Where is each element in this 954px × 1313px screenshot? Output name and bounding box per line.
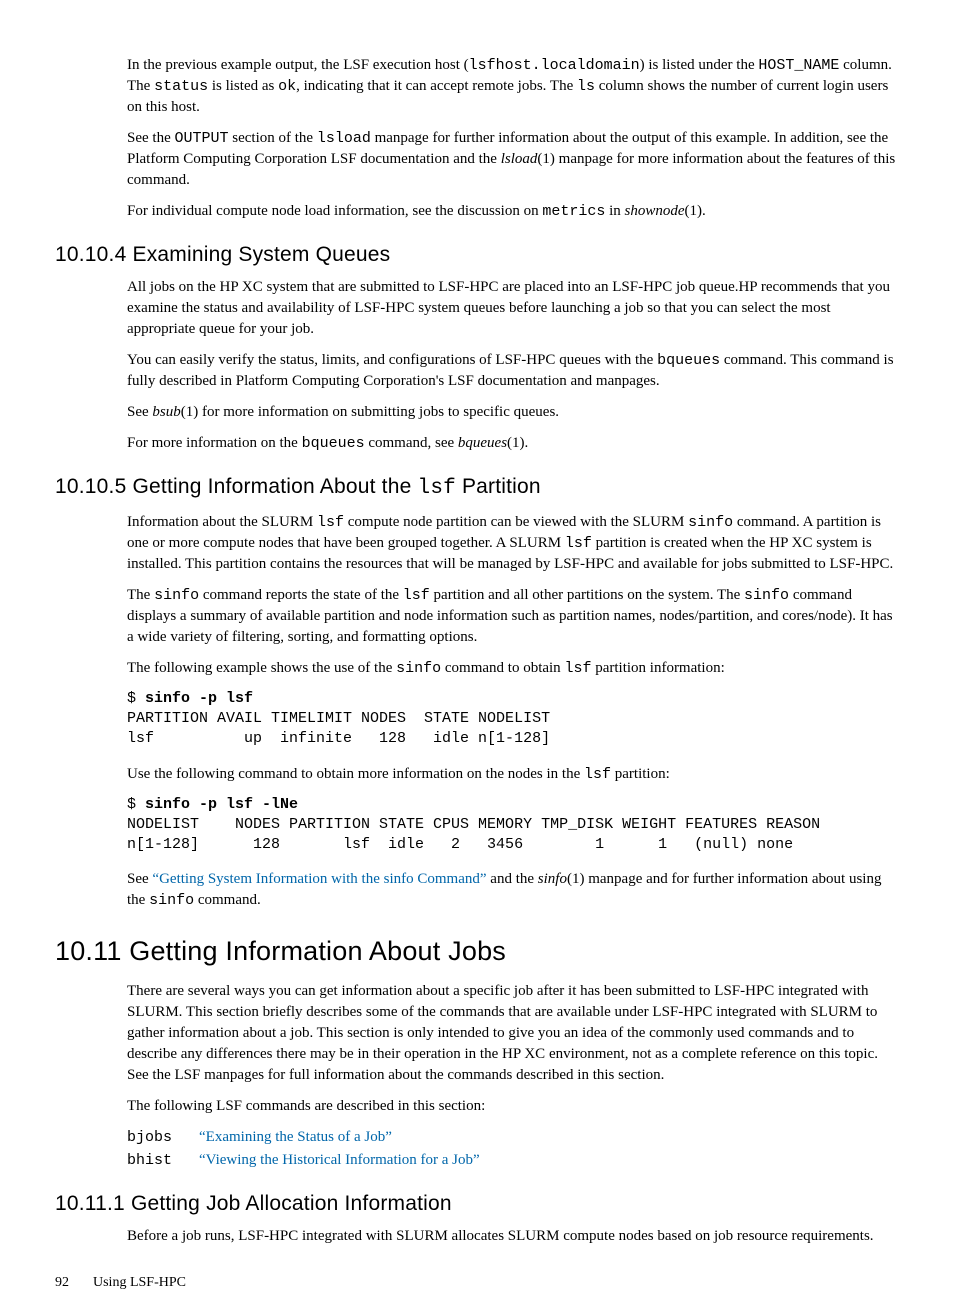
paragraph: There are several ways you can get infor… [127,981,899,1086]
link-sinfo-sysinfo[interactable]: “Getting System Information with the sin… [152,871,486,887]
code-block-sinfo-detail: $ sinfo -p lsf -lNe NODELIST NODES PARTI… [127,795,899,856]
section-heading-job-allocation: 10.11.1 Getting Job Allocation Informati… [55,1189,899,1218]
code-block-sinfo-basic: $ sinfo -p lsf PARTITION AVAIL TIMELIMIT… [127,689,899,750]
footer-title: Using LSF-HPC [93,1275,186,1290]
cmd-bhist: bhist [127,1150,199,1171]
paragraph: Information about the SLURM lsf compute … [127,512,899,575]
command-list: bjobs“Examining the Status of a Job” bhi… [127,1127,899,1171]
paragraph: You can easily verify the status, limits… [127,350,899,392]
paragraph: See the OUTPUT section of the lsload man… [127,128,899,191]
section-heading-examining-queues: 10.10.4 Examining System Queues [55,240,899,269]
paragraph: The following example shows the use of t… [127,658,899,679]
paragraph: For individual compute node load informa… [127,201,899,222]
link-viewing-history[interactable]: “Viewing the Historical Information for … [199,1152,480,1168]
paragraph: See “Getting System Information with the… [127,869,899,911]
section-heading-lsf-partition: 10.10.5 Getting Information About the ls… [55,472,899,503]
paragraph: Before a job runs, LSF-HPC integrated wi… [127,1226,899,1247]
cmd-bjobs: bjobs [127,1127,199,1148]
paragraph: The sinfo command reports the state of t… [127,585,899,648]
link-examining-status[interactable]: “Examining the Status of a Job” [199,1129,392,1145]
section-heading-info-about-jobs: 10.11 Getting Information About Jobs [55,933,899,971]
paragraph: Use the following command to obtain more… [127,764,899,785]
page-footer: 92Using LSF-HPC [55,1273,899,1293]
paragraph: All jobs on the HP XC system that are su… [127,277,899,340]
paragraph: See bsub(1) for more information on subm… [127,402,899,423]
paragraph: The following LSF commands are described… [127,1096,899,1117]
paragraph: For more information on the bqueues comm… [127,433,899,454]
paragraph: In the previous example output, the LSF … [127,55,899,118]
page-number: 92 [55,1273,93,1293]
